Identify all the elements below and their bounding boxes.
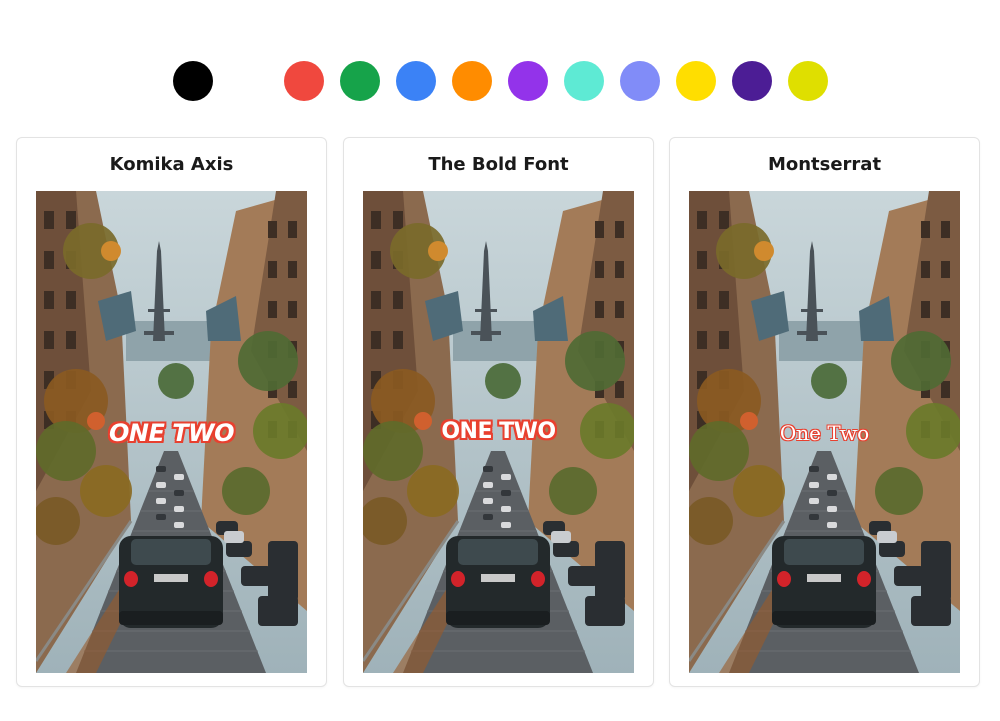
preview-caption-layer: ONE TWO	[36, 191, 307, 673]
color-swatch-red[interactable]	[284, 61, 324, 101]
font-card-title: The Bold Font	[428, 154, 569, 175]
font-card-the-bold-font[interactable]: The Bold Font ONE TWO	[343, 137, 654, 687]
color-swatch-indigo[interactable]	[732, 61, 772, 101]
color-swatch-green[interactable]	[340, 61, 380, 101]
preview-caption-layer: One Two	[689, 191, 960, 673]
color-swatch-purple[interactable]	[508, 61, 548, 101]
color-swatch-periwinkle[interactable]	[620, 61, 660, 101]
color-swatch-yellow[interactable]	[676, 61, 716, 101]
color-swatch-turquoise[interactable]	[564, 61, 604, 101]
caption-text: ONE TWO	[441, 419, 556, 444]
font-card-komika-axis[interactable]: Komika Axis ONE TWO	[16, 137, 327, 687]
font-cards: Komika Axis ONE TWO The Bold Font ONE TW…	[16, 137, 980, 687]
color-swatch-black[interactable]	[173, 61, 213, 101]
color-swatch-lime-yellow[interactable]	[788, 61, 828, 101]
color-palette	[0, 61, 1000, 103]
font-card-montserrat[interactable]: Montserrat One Two	[669, 137, 980, 687]
caption-text: ONE TWO	[109, 419, 234, 447]
color-swatch-orange[interactable]	[452, 61, 492, 101]
caption-text: One Two	[779, 421, 870, 445]
color-swatch-blue[interactable]	[396, 61, 436, 101]
font-card-title: Komika Axis	[109, 154, 234, 175]
preview-caption-layer: ONE TWO	[363, 191, 634, 673]
font-card-title: Montserrat	[767, 154, 882, 175]
